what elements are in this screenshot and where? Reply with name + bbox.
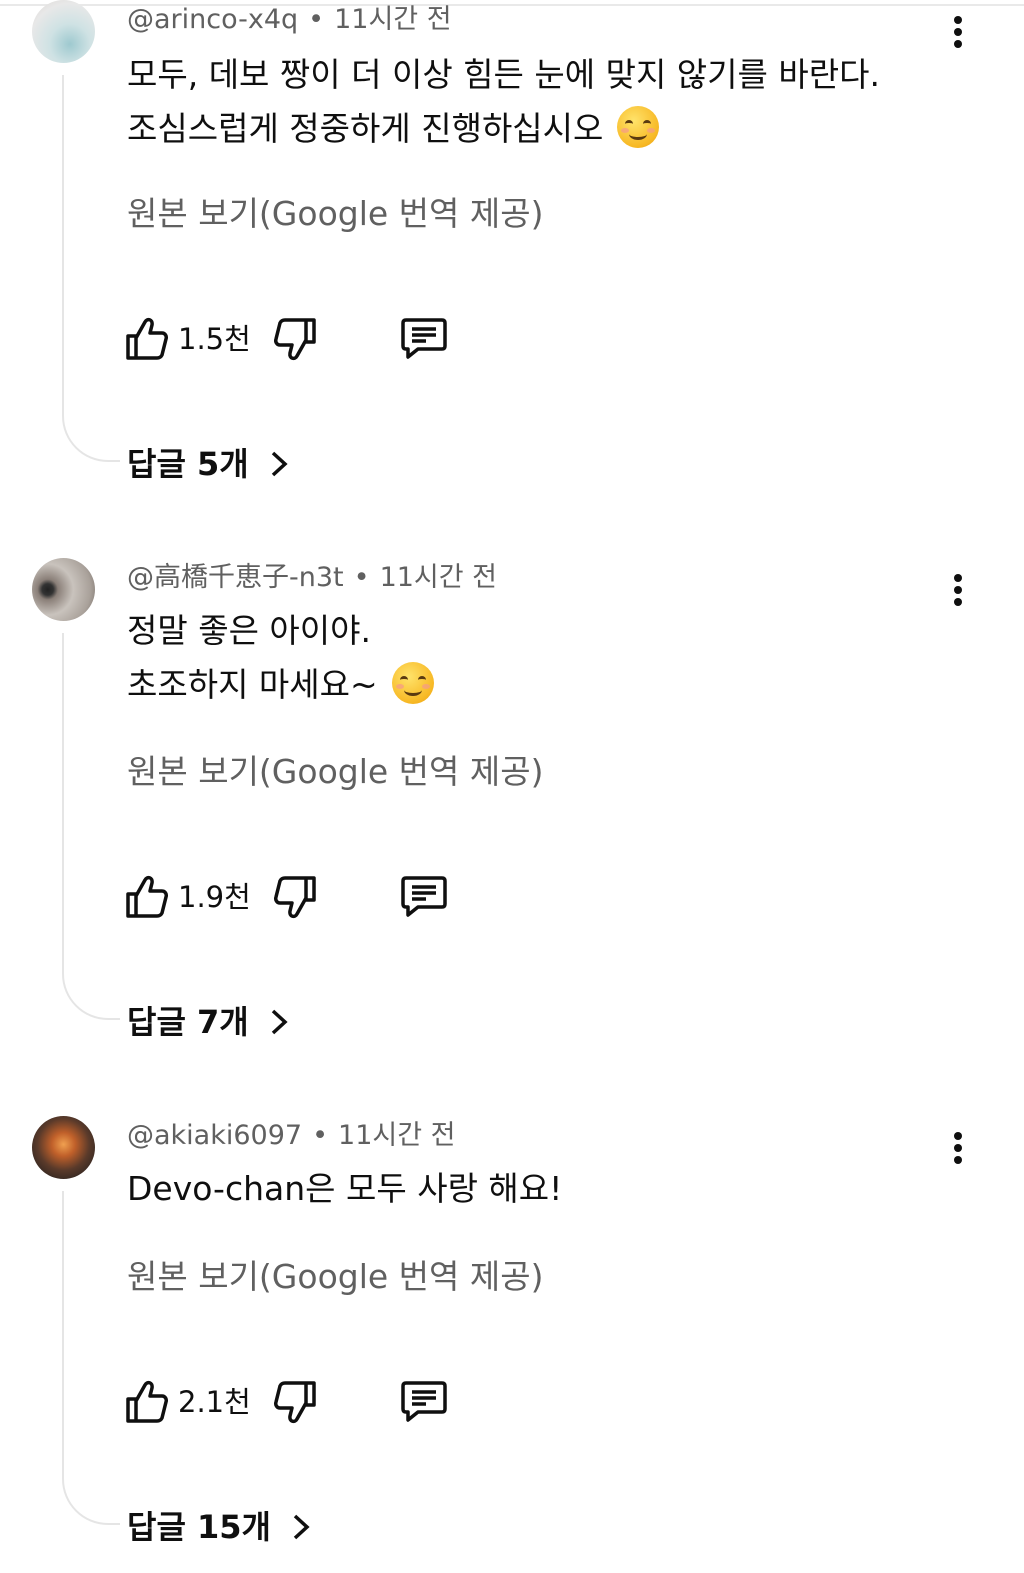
- view-original-link[interactable]: 원본 보기(Google 번역 제공): [127, 1255, 543, 1299]
- separator-dot: •: [308, 4, 325, 35]
- comment-text: 정말 좋은 아이야. 초조하지 마세요~: [127, 604, 434, 712]
- comment-time[interactable]: 11시간 전: [338, 1120, 455, 1151]
- like-count: 2.1천: [178, 1385, 251, 1419]
- comment-line: 모두, 데보 짱이 더 이상 힘든 눈에 맞지 않기를 바란다.: [127, 55, 880, 94]
- like-count: 1.5천: [178, 322, 251, 356]
- reply-comment-icon[interactable]: [400, 1379, 448, 1425]
- thumbs-down-icon[interactable]: [273, 1379, 317, 1425]
- comment-line: 조심스럽게 정중하게 진행하십시오: [127, 109, 604, 148]
- smiling-face-emoji: [391, 662, 434, 704]
- reply-comment-icon[interactable]: [400, 316, 448, 362]
- comment-line: 초조하지 마세요~: [127, 665, 378, 704]
- separator-dot: •: [353, 562, 370, 593]
- like-count: 1.9천: [178, 880, 251, 914]
- view-original-link[interactable]: 원본 보기(Google 번역 제공): [127, 750, 543, 794]
- comment-item: @arinco-x4q • 11시간 전 모두, 데보 짱이 더 이상 힘든 눈에 …: [0, 0, 1024, 557]
- more-vert-icon[interactable]: [944, 572, 972, 612]
- view-replies-button[interactable]: 답글 7개: [127, 999, 291, 1045]
- comment-header: @arinco-x4q • 11시간 전: [127, 0, 452, 40]
- thumbs-up-icon[interactable]: [125, 1379, 169, 1425]
- comment-header: @akiaki6097 • 11시간 전: [127, 1116, 455, 1156]
- thread-line: [62, 633, 120, 1020]
- replies-label: 답글 7개: [127, 1003, 249, 1041]
- author-handle[interactable]: @akiaki6097: [127, 1120, 302, 1151]
- comment-line: Devo-chan은 모두 사랑 해요!: [127, 1169, 563, 1208]
- thumbs-down-icon[interactable]: [273, 316, 317, 362]
- replies-label: 답글 15개: [127, 1508, 271, 1546]
- avatar[interactable]: [32, 0, 95, 63]
- chevron-right-icon: [271, 1009, 288, 1035]
- comment-time[interactable]: 11시간 전: [334, 4, 451, 35]
- chevron-right-icon: [293, 1514, 310, 1540]
- thumbs-up-icon[interactable]: [125, 316, 169, 362]
- view-replies-button[interactable]: 답글 15개: [127, 1504, 313, 1550]
- comment-item: @akiaki6097 • 11시간 전 Devo-chan은 모두 사랑 해요! …: [0, 1116, 1024, 1573]
- comment-text: Devo-chan은 모두 사랑 해요!: [127, 1162, 562, 1216]
- thumbs-down-icon[interactable]: [273, 874, 317, 920]
- more-vert-icon[interactable]: [944, 14, 972, 54]
- replies-label: 답글 5개: [127, 445, 249, 483]
- avatar[interactable]: [32, 558, 95, 621]
- reply-comment-icon[interactable]: [400, 874, 448, 920]
- separator-dot: •: [312, 1120, 329, 1151]
- comment-text: 모두, 데보 짱이 더 이상 힘든 눈에 맞지 않기를 바란다. 조심스럽게 정…: [127, 48, 880, 156]
- author-handle[interactable]: @arinco-x4q: [127, 4, 298, 35]
- thumbs-up-icon[interactable]: [125, 874, 169, 920]
- comment-line: 정말 좋은 아이야.: [127, 611, 371, 650]
- comment-time[interactable]: 11시간 전: [380, 562, 497, 593]
- author-handle[interactable]: @高橋千恵子-n3t: [127, 562, 344, 593]
- smiling-face-emoji: [617, 106, 660, 148]
- view-original-link[interactable]: 원본 보기(Google 번역 제공): [127, 192, 543, 236]
- thread-line: [62, 75, 120, 462]
- more-vert-icon[interactable]: [944, 1130, 972, 1170]
- view-replies-button[interactable]: 답글 5개: [127, 441, 291, 487]
- comment-header: @高橋千恵子-n3t • 11시간 전: [127, 558, 497, 598]
- chevron-right-icon: [271, 451, 288, 477]
- comment-item: @高橋千恵子-n3t • 11시간 전 정말 좋은 아이야. 초조하지 마세요~ 원…: [0, 558, 1024, 1115]
- thread-line: [62, 1191, 120, 1525]
- avatar[interactable]: [32, 1116, 95, 1179]
